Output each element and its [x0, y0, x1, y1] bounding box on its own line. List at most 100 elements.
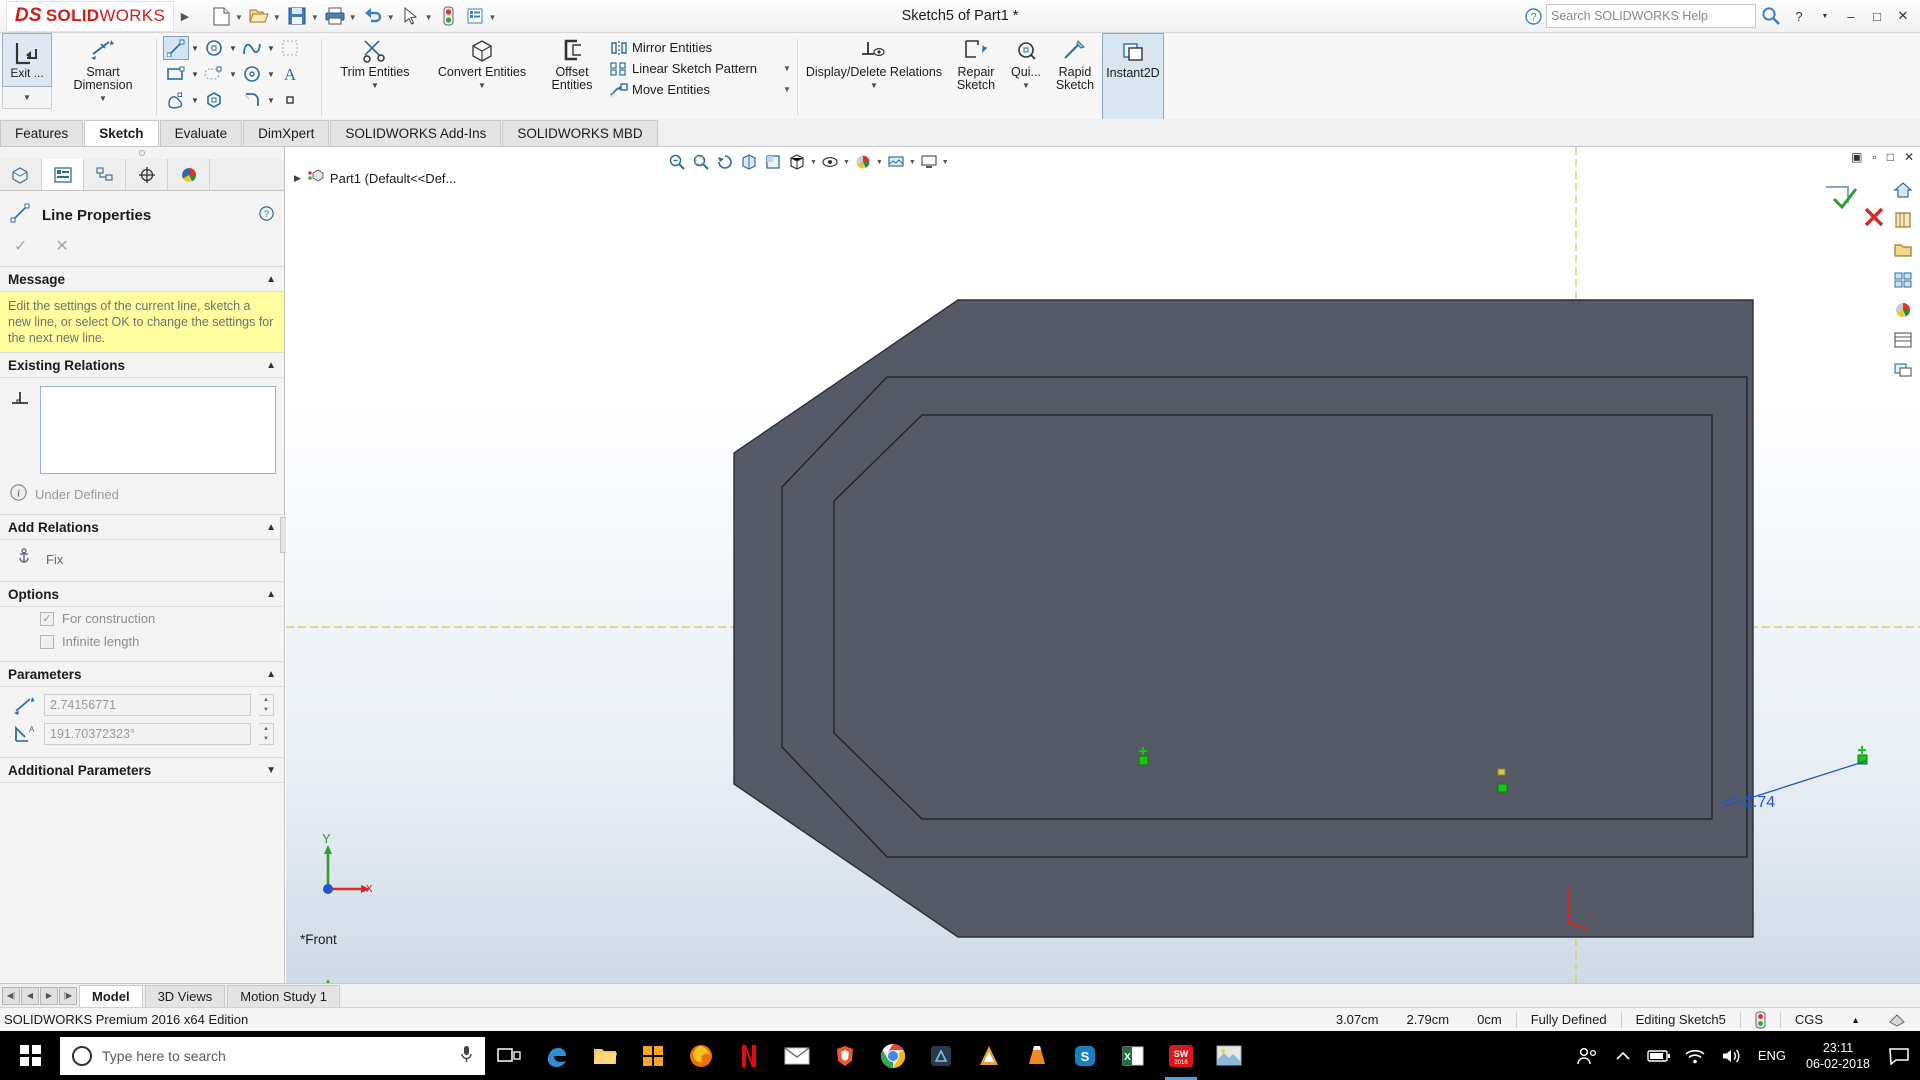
length-stepper[interactable]: ▲ ▼ — [259, 694, 274, 716]
next-tab-button[interactable]: ▶ — [40, 986, 58, 1005]
fix-relation-button[interactable]: Fix — [0, 540, 284, 581]
options-caret-icon[interactable]: ▼ — [488, 1, 500, 31]
infinite-length-option[interactable]: Infinite length — [0, 630, 284, 653]
for-construction-option[interactable]: ✓ For construction — [0, 607, 284, 630]
excel-icon[interactable]: X — [1109, 1031, 1157, 1080]
edge-browser-icon[interactable] — [533, 1031, 581, 1080]
tab-dimxpert[interactable]: DimXpert — [243, 120, 330, 146]
spline-caret-icon[interactable]: ▼ — [265, 44, 277, 53]
pdm-pane-icon[interactable] — [1890, 357, 1916, 383]
text-icon[interactable]: A — [277, 62, 303, 86]
smart-dimension-button[interactable]: Smart Dimension ▼ — [56, 33, 150, 122]
photos-icon[interactable] — [1205, 1031, 1253, 1080]
tab-evaluate[interactable]: Evaluate — [159, 120, 243, 146]
rebuild-icon[interactable] — [436, 1, 462, 31]
feature-manager-tab[interactable] — [0, 159, 42, 190]
microsoft-store-icon[interactable] — [629, 1031, 677, 1080]
polygon-icon[interactable] — [201, 88, 227, 112]
offset-entities-button[interactable]: Offset Entities — [542, 33, 602, 122]
angle-stepper-down-icon[interactable]: ▼ — [259, 734, 273, 744]
mail-icon[interactable] — [773, 1031, 821, 1080]
ansys-app-icon[interactable] — [965, 1031, 1013, 1080]
previous-tab-button[interactable]: ◀ — [21, 986, 39, 1005]
add-relations-section-header[interactable]: Add Relations ▲ — [0, 514, 284, 540]
open-document-icon[interactable] — [246, 1, 272, 31]
message-chevron-up-icon[interactable]: ▲ — [266, 274, 276, 285]
menu-expand-arrow-icon[interactable]: ▶ — [174, 1, 196, 32]
volume-icon[interactable] — [1714, 1031, 1748, 1080]
angle-stepper[interactable]: ▲ ▼ — [259, 723, 274, 745]
tab-solidworks-mbd[interactable]: SOLIDWORKS MBD — [502, 120, 658, 146]
circle-icon[interactable] — [201, 36, 227, 60]
line-tool-cell[interactable]: ▼ — [163, 35, 201, 61]
for-construction-checkbox[interactable]: ✓ — [40, 611, 54, 626]
vlc-player-icon[interactable] — [1013, 1031, 1061, 1080]
help-button[interactable]: ? — [1786, 2, 1812, 30]
netflix-icon[interactable] — [725, 1031, 773, 1080]
quick-snaps-dropdown-icon[interactable]: ▼ — [1022, 81, 1030, 90]
slot-tool-cell[interactable]: ▼ — [201, 61, 239, 87]
parameters-section-header[interactable]: Parameters ▲ — [0, 661, 284, 687]
accept-ok-icon[interactable]: ✓ — [14, 236, 27, 256]
dimension-value-label[interactable]: 2.74 — [1744, 794, 1775, 811]
spline-points-caret-icon[interactable]: ▼ — [189, 96, 201, 105]
maximize-button[interactable]: □ — [1864, 2, 1890, 30]
help-circle-icon[interactable]: ? — [1520, 3, 1546, 29]
circle-tool-cell[interactable]: ▼ — [201, 35, 239, 61]
print-document-icon[interactable] — [322, 1, 348, 31]
slot-caret-icon[interactable]: ▼ — [227, 70, 239, 79]
rectangle-tool-cell[interactable]: ▼ — [163, 61, 201, 87]
action-center-icon[interactable] — [1882, 1031, 1916, 1080]
message-section-header[interactable]: Message ▲ — [0, 266, 284, 292]
new-document-caret-icon[interactable]: ▼ — [234, 1, 246, 31]
instant2d-button[interactable]: Instant2D — [1101, 33, 1164, 122]
text-tool-cell[interactable]: A — [277, 61, 315, 87]
options-chevron-up-icon[interactable]: ▲ — [266, 589, 276, 600]
search-icon[interactable] — [1756, 3, 1786, 29]
configuration-manager-tab[interactable] — [84, 159, 126, 190]
options-gear-icon[interactable] — [462, 1, 488, 31]
design-library-icon[interactable] — [1890, 207, 1916, 233]
skype-icon[interactable]: S — [1061, 1031, 1109, 1080]
existing-relations-section-header[interactable]: Existing Relations ▲ — [0, 352, 284, 378]
first-tab-button[interactable]: ◀| — [2, 986, 20, 1005]
convert-entities-button[interactable]: Convert Entities ▼ — [422, 33, 542, 122]
fillet-tool-cell[interactable]: ▼ — [239, 87, 277, 113]
angle-input[interactable]: 191.70372323° — [44, 723, 251, 745]
dashed-rect-icon[interactable] — [277, 36, 303, 60]
wifi-icon[interactable] — [1678, 1031, 1712, 1080]
close-button[interactable]: ✕ — [1890, 2, 1916, 30]
sketch-confirmation-corner[interactable] — [1826, 186, 1884, 227]
point-icon[interactable] — [277, 88, 303, 112]
select-caret-icon[interactable]: ▼ — [424, 1, 436, 31]
trim-entities-button[interactable]: Trim Entities ▼ — [328, 33, 422, 122]
battery-icon[interactable] — [1642, 1031, 1676, 1080]
view-palette-icon[interactable] — [1890, 267, 1916, 293]
length-stepper-down-icon[interactable]: ▼ — [259, 705, 273, 715]
rapid-sketch-button[interactable]: Rapid Sketch — [1048, 33, 1102, 122]
tab-features[interactable]: Features — [0, 120, 84, 146]
open-document-caret-icon[interactable]: ▼ — [272, 1, 284, 31]
existing-relations-list[interactable] — [40, 386, 276, 474]
units-caret-icon[interactable]: ▲ — [1837, 1008, 1874, 1032]
parameters-chevron-up-icon[interactable]: ▲ — [266, 669, 276, 680]
add-relations-chevron-up-icon[interactable]: ▲ — [266, 522, 276, 533]
move-entities-button[interactable]: Move Entities ▼ — [606, 79, 791, 100]
fillet-caret-icon[interactable]: ▼ — [265, 96, 277, 105]
tray-expand-chevron-icon[interactable] — [1606, 1031, 1640, 1080]
people-icon[interactable] — [1570, 1031, 1604, 1080]
display-delete-relations-button[interactable]: Display/Delete Relations ▼ — [804, 33, 944, 122]
smart-dimension-dropdown-icon[interactable]: ▼ — [99, 94, 107, 103]
bottom-tab-motion-study[interactable]: Motion Study 1 — [227, 984, 340, 1007]
model-sketch-canvas[interactable]: 2.74 Y x — [286, 147, 1920, 983]
cancel-close-icon[interactable]: ✕ — [55, 236, 68, 256]
bottom-tab-model[interactable]: Model — [79, 984, 143, 1007]
clock[interactable]: 23:11 06-02-2018 — [1796, 1040, 1880, 1072]
display-delete-relations-dropdown-icon[interactable]: ▼ — [870, 81, 878, 90]
sketch-fillet-cell[interactable] — [277, 35, 315, 61]
exit-sketch-button-top[interactable]: Exit ... — [2, 33, 52, 87]
rebuild-status-icon[interactable] — [1741, 1008, 1780, 1032]
save-document-icon[interactable] — [284, 1, 310, 31]
linear-sketch-pattern-button[interactable]: Linear Sketch Pattern ▼ — [606, 58, 791, 79]
infinite-length-checkbox[interactable] — [40, 634, 54, 649]
